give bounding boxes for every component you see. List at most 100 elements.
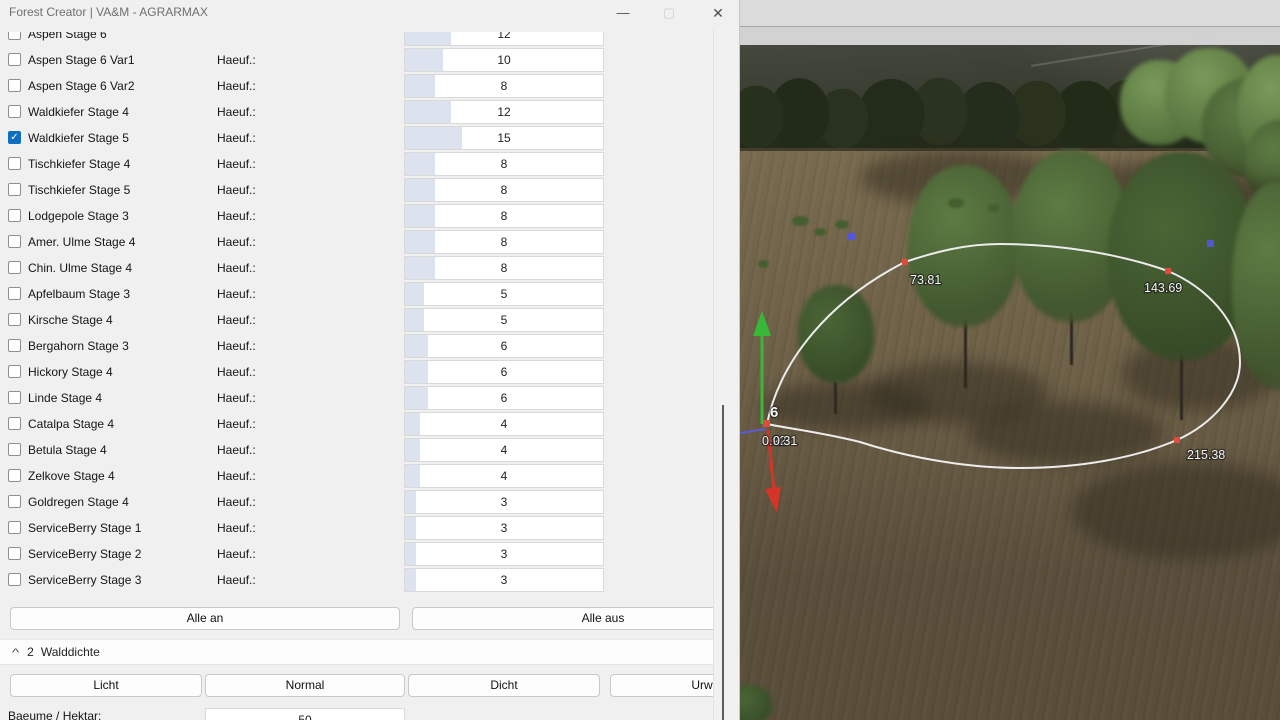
haeuf-label: Haeuf.: (217, 255, 256, 281)
species-checkbox[interactable] (8, 79, 21, 92)
haeuf-label: Haeuf.: (217, 333, 256, 359)
all-on-button[interactable]: Alle an (10, 607, 400, 630)
haeuf-input[interactable]: 8 (404, 256, 604, 280)
haeuf-label: Haeuf.: (217, 177, 256, 203)
species-label: Aspen Stage 6 Var1 (28, 47, 135, 73)
density-urwald-button[interactable]: Urwald (610, 674, 713, 697)
trees-per-hectare-input[interactable]: 50 (205, 708, 405, 720)
species-checkbox[interactable] (8, 313, 21, 326)
haeuf-input[interactable]: 3 (404, 516, 604, 540)
haeuf-input[interactable]: 12 (404, 100, 604, 124)
haeuf-input[interactable]: 8 (404, 204, 604, 228)
species-checkbox[interactable] (8, 209, 21, 222)
control-point[interactable] (1165, 268, 1171, 274)
density-licht-button[interactable]: Licht (10, 674, 202, 697)
haeuf-input[interactable]: 4 (404, 464, 604, 488)
minimize-button[interactable]: — (606, 1, 640, 25)
species-checkbox[interactable] (8, 365, 21, 378)
title-bar[interactable]: Forest Creator | VA&M - AGRARMAX — ▢ ✕ (0, 0, 739, 32)
gizmo-arrow-green-icon[interactable] (753, 311, 771, 336)
gizmo-axis-blue[interactable] (740, 429, 766, 433)
haeuf-input[interactable]: 6 (404, 360, 604, 384)
haeuf-value: 8 (405, 153, 603, 175)
species-checkbox[interactable] (8, 287, 21, 300)
haeuf-value: 12 (405, 101, 603, 123)
haeuf-label: Haeuf.: (217, 151, 256, 177)
scrollbar-thumb[interactable] (722, 405, 724, 720)
haeuf-value: 4 (405, 439, 603, 461)
species-label: Kirsche Stage 4 (28, 307, 113, 333)
maximize-button[interactable]: ▢ (652, 1, 686, 25)
species-row: Kirsche Stage 4Haeuf.:5 (0, 307, 713, 333)
haeuf-value: 4 (405, 465, 603, 487)
species-label: Tischkiefer Stage 5 (28, 177, 130, 203)
species-checkbox[interactable] (8, 443, 21, 456)
haeuf-input[interactable]: 15 (404, 126, 604, 150)
selection-overlay[interactable]: 73.81 143.69 215.38 6 0.92 0.31 (740, 0, 1280, 720)
haeuf-value: 8 (405, 231, 603, 253)
species-checkbox[interactable] (8, 183, 21, 196)
species-label: Chin. Ulme Stage 4 (28, 255, 132, 281)
control-point[interactable] (902, 259, 908, 265)
haeuf-value: 15 (405, 127, 603, 149)
species-checkbox[interactable] (8, 521, 21, 534)
species-row: Aspen Stage 6 Var2Haeuf.:8 (0, 73, 713, 99)
species-checkbox[interactable] (8, 391, 21, 404)
marker-blue[interactable] (1207, 240, 1214, 247)
species-checkbox[interactable] (8, 157, 21, 170)
species-label: Waldkiefer Stage 4 (28, 99, 129, 125)
origin-control-point[interactable] (763, 420, 770, 427)
species-checkbox[interactable] (8, 53, 21, 66)
density-normal-button[interactable]: Normal (205, 674, 405, 697)
species-label: Goldregen Stage 4 (28, 489, 129, 515)
haeuf-input[interactable]: 10 (404, 48, 604, 72)
gizmo-arrow-red-icon[interactable] (765, 487, 781, 513)
species-checkbox[interactable] (8, 339, 21, 352)
all-off-button[interactable]: Alle aus (412, 607, 713, 630)
game-viewport[interactable]: 73.81 143.69 215.38 6 0.92 0.31 (740, 0, 1280, 720)
species-checkbox[interactable] (8, 235, 21, 248)
haeuf-label: Haeuf.: (217, 359, 256, 385)
haeuf-input[interactable]: 3 (404, 542, 604, 566)
haeuf-label: Haeuf.: (217, 47, 256, 73)
species-row: Apfelbaum Stage 3Haeuf.:5 (0, 281, 713, 307)
haeuf-label: Haeuf.: (217, 567, 256, 593)
species-label: ServiceBerry Stage 1 (28, 515, 141, 541)
close-button[interactable]: ✕ (701, 1, 735, 25)
haeuf-input[interactable]: 8 (404, 230, 604, 254)
species-label: Tischkiefer Stage 4 (28, 151, 130, 177)
section-walddichte[interactable]: ^2Walddichte (0, 639, 713, 665)
control-point[interactable] (1174, 437, 1180, 443)
species-label: Apfelbaum Stage 3 (28, 281, 130, 307)
species-checkbox[interactable] (8, 261, 21, 274)
haeuf-value: 6 (405, 335, 603, 357)
haeuf-label: Haeuf.: (217, 489, 256, 515)
haeuf-input[interactable]: 8 (404, 178, 604, 202)
species-label: Bergahorn Stage 3 (28, 333, 129, 359)
section-title: Walddichte (41, 640, 100, 664)
marker-blue[interactable] (848, 233, 855, 240)
density-dicht-button[interactable]: Dicht (408, 674, 600, 697)
haeuf-input[interactable]: 6 (404, 334, 604, 358)
haeuf-input[interactable]: 3 (404, 568, 604, 592)
species-checkbox[interactable] (8, 417, 21, 430)
haeuf-input[interactable]: 5 (404, 308, 604, 332)
species-checkbox[interactable]: ✓ (8, 131, 21, 144)
species-checkbox[interactable] (8, 573, 21, 586)
species-checkbox[interactable] (8, 469, 21, 482)
haeuf-input[interactable]: 6 (404, 386, 604, 410)
species-row: Goldregen Stage 4 Haeuf.: 3 (0, 489, 713, 515)
haeuf-input[interactable]: 8 (404, 152, 604, 176)
species-checkbox[interactable] (8, 105, 21, 118)
haeuf-input[interactable]: 8 (404, 74, 604, 98)
selection-circle[interactable] (767, 244, 1240, 468)
scrollbar-track[interactable] (713, 30, 740, 720)
haeuf-input[interactable]: 4 (404, 438, 604, 462)
haeuf-input[interactable]: 3 (404, 490, 604, 514)
species-panel: Aspen Stage 612Aspen Stage 6 Var1Haeuf.:… (0, 0, 713, 720)
species-checkbox[interactable] (8, 495, 21, 508)
haeuf-value: 8 (405, 257, 603, 279)
haeuf-input[interactable]: 4 (404, 412, 604, 436)
species-checkbox[interactable] (8, 547, 21, 560)
haeuf-input[interactable]: 5 (404, 282, 604, 306)
